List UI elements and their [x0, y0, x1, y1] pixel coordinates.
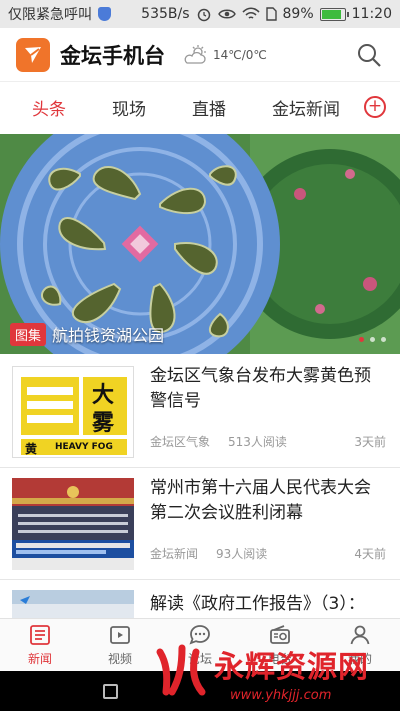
nav-video[interactable]: 视频 — [80, 619, 160, 671]
news-reads: 513人阅读 — [228, 435, 287, 449]
news-meta: 金坛新闻 93人阅读 4天前 — [150, 545, 386, 562]
news-meta: 金坛区气象 513人阅读 3天前 — [150, 433, 386, 450]
weather-temperature: 14℃/0℃ — [213, 47, 267, 62]
app-title: 金坛手机台 — [60, 43, 165, 68]
recent-apps-button[interactable] — [103, 684, 118, 699]
weather-widget[interactable]: 14℃/0℃ — [183, 44, 267, 65]
shield-icon — [98, 7, 111, 21]
news-source: 金坛区气象 — [150, 435, 211, 449]
news-time: 3天前 — [354, 435, 386, 449]
battery-percent: 89% — [282, 6, 314, 22]
tab-headlines[interactable]: 头条 — [28, 82, 70, 132]
nav-news-label: 新闻 — [27, 652, 52, 666]
news-item[interactable]: 解读《政府工作报告》（3）： — [0, 580, 400, 618]
video-icon — [110, 626, 130, 644]
carousel-indicator — [359, 337, 386, 342]
gallery-badge: 图集 — [10, 322, 47, 346]
hero-image — [0, 134, 400, 354]
news-thumbnail-report — [12, 590, 134, 618]
watermark-text: 永辉资源网 — [214, 650, 369, 685]
watermark-url: www.yhkjjj.com — [230, 688, 332, 703]
sim-icon — [265, 7, 277, 21]
carousel-dot — [359, 337, 364, 342]
status-bar: 仅限紧急呼叫 535B/s 89% 11:20 — [0, 0, 400, 28]
carousel-dot — [370, 337, 375, 342]
news-thumbnail-congress — [12, 478, 134, 570]
carousel-dot — [381, 337, 386, 342]
news-item[interactable]: 常州市第十六届人民代表大会第二次会议胜利闭幕 金坛新闻 93人阅读 4天前 — [0, 468, 400, 580]
tab-jintan-news[interactable]: 金坛新闻 — [268, 82, 344, 132]
news-headline: 解读《政府工作报告》（3）： — [150, 594, 365, 614]
app-logo-icon — [16, 37, 50, 72]
alarm-icon — [197, 8, 210, 22]
thumb-text-small: 黄 — [25, 442, 38, 456]
search-button[interactable] — [354, 40, 384, 70]
hero-caption: 图集 航拍钱资湖公园 — [10, 322, 164, 346]
hero-title: 航拍钱资湖公园 — [52, 326, 165, 345]
watermark-logo — [156, 644, 206, 696]
nav-news[interactable]: 新闻 — [0, 619, 80, 671]
search-icon — [358, 43, 381, 67]
hero-carousel[interactable]: 图集 航拍钱资湖公园 — [0, 134, 400, 354]
network-speed: 535B/s — [141, 6, 190, 22]
battery-icon — [319, 7, 349, 21]
news-time: 4天前 — [354, 547, 386, 561]
tab-live-stream[interactable]: 直播 — [188, 82, 230, 132]
news-reads: 93人阅读 — [216, 547, 268, 561]
channel-tabs: 头条 现场 直播 金坛新闻 + — [0, 82, 400, 132]
eye-icon — [217, 9, 236, 19]
thumb-text-en: HEAVY FOG — [55, 442, 113, 452]
app-header: 金坛手机台 14℃/0℃ — [0, 28, 400, 82]
tab-live-scene[interactable]: 现场 — [108, 82, 150, 132]
carrier-text: 仅限紧急呼叫 — [8, 7, 92, 23]
add-channel-button[interactable]: + — [364, 96, 386, 118]
wifi-icon — [241, 7, 260, 19]
news-headline: 金坛区气象台发布大雾黄色预警信号 — [150, 366, 371, 411]
news-thumbnail-fog-warning: 大 雾 黄 HEAVY FOG — [12, 366, 134, 458]
news-source: 金坛新闻 — [150, 547, 199, 561]
news-headline: 常州市第十六届人民代表大会第二次会议胜利闭幕 — [150, 478, 371, 523]
thumb-text-big2: 雾 — [92, 411, 115, 436]
news-item[interactable]: 大 雾 黄 HEAVY FOG 金坛区气象台发布大雾黄色预警信号 金坛区气象 5… — [0, 356, 400, 468]
nav-video-label: 视频 — [107, 652, 132, 666]
cloudy-sun-icon — [184, 44, 206, 64]
site-watermark: 永辉资源网 www.yhkjjj.com — [150, 640, 400, 711]
news-icon — [30, 625, 50, 645]
clock: 11:20 — [351, 6, 392, 22]
